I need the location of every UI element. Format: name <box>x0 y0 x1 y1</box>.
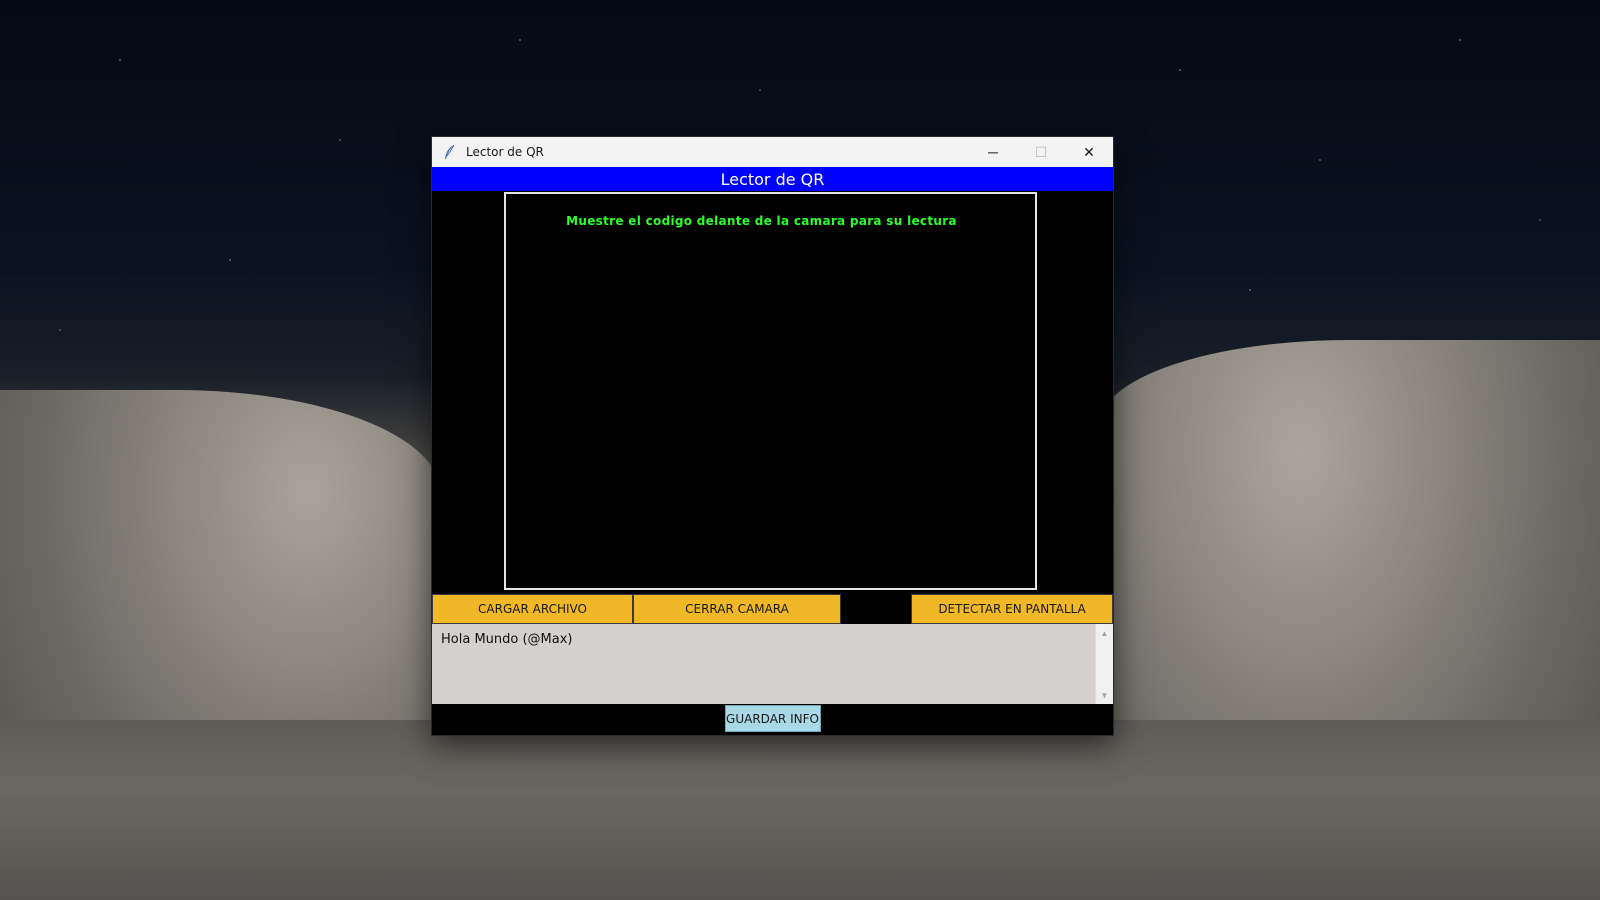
wallpaper-ground <box>0 720 1600 900</box>
header-banner: Lector de QR <box>432 167 1113 191</box>
detectar-en-pantalla-button[interactable]: DETECTAR EN PANTALLA <box>911 594 1113 624</box>
minimize-icon: ─ <box>988 144 998 160</box>
scroll-up-arrow-icon[interactable]: ▲ <box>1096 626 1113 640</box>
cargar-archivo-button[interactable]: CARGAR ARCHIVO <box>432 594 633 624</box>
maximize-icon: ☐ <box>1034 143 1048 160</box>
feather-icon <box>442 144 458 160</box>
camera-preview: Muestre el codigo delante de la camara p… <box>504 192 1037 590</box>
maximize-button[interactable]: ☐ <box>1017 137 1065 167</box>
bottom-button-row: GUARDAR INFO <box>432 704 1113 734</box>
desktop: Lector de QR ─ ☐ ✕ Lector de QR Muestre … <box>0 0 1600 900</box>
cerrar-camara-button[interactable]: CERRAR CAMARA <box>633 594 841 624</box>
qr-reader-window: Lector de QR ─ ☐ ✕ Lector de QR Muestre … <box>431 136 1114 736</box>
minimize-button[interactable]: ─ <box>969 137 1017 167</box>
guardar-info-button[interactable]: GUARDAR INFO <box>724 705 821 732</box>
action-button-row: CARGAR ARCHIVO CERRAR CAMARA DETECTAR EN… <box>432 594 1113 624</box>
camera-area: Muestre el codigo delante de la camara p… <box>432 191 1113 594</box>
window-titlebar[interactable]: Lector de QR ─ ☐ ✕ <box>432 137 1113 167</box>
output-text-box[interactable]: Hola Mundo (@Max) ▲ ▼ <box>432 624 1113 704</box>
button-row-spacer <box>841 594 911 624</box>
vertical-scrollbar[interactable]: ▲ ▼ <box>1095 624 1113 704</box>
close-icon: ✕ <box>1083 143 1095 160</box>
window-title: Lector de QR <box>466 145 544 159</box>
camera-instruction-text: Muestre el codigo delante de la camara p… <box>566 214 957 228</box>
window-controls: ─ ☐ ✕ <box>969 137 1113 167</box>
close-button[interactable]: ✕ <box>1065 137 1113 167</box>
output-text[interactable]: Hola Mundo (@Max) <box>432 624 1095 704</box>
scroll-down-arrow-icon[interactable]: ▼ <box>1096 688 1113 702</box>
